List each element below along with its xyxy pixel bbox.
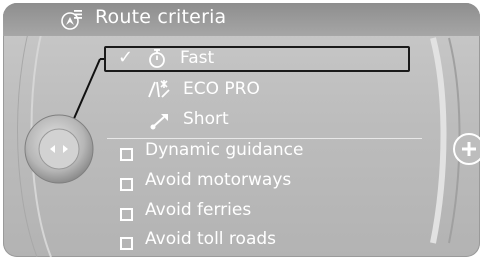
option-dynamic-guidance[interactable]: Dynamic guidance <box>145 140 303 160</box>
route-option-eco-pro[interactable]: ECO PRO <box>183 79 260 99</box>
stopwatch-icon <box>149 49 165 68</box>
route-option-short[interactable]: Short <box>183 109 229 129</box>
controller-knob-icon[interactable] <box>23 113 95 185</box>
option-avoid-toll-roads[interactable]: Avoid toll roads <box>145 229 276 249</box>
divider <box>107 138 422 139</box>
checkbox-avoid-toll-roads[interactable] <box>120 237 133 250</box>
plus-icon[interactable] <box>450 130 480 168</box>
selected-checkmark: ✓ <box>118 47 134 68</box>
checkbox-avoid-motorways[interactable] <box>120 178 133 191</box>
route-criteria-screen: Route criteria ✓ Fast ECO PRO Short Dyna… <box>3 3 480 257</box>
eco-route-icon[interactable] <box>147 79 173 99</box>
checkbox-dynamic-guidance[interactable] <box>120 148 133 161</box>
short-route-icon[interactable] <box>150 112 170 130</box>
option-avoid-ferries[interactable]: Avoid ferries <box>145 200 251 220</box>
option-avoid-motorways[interactable]: Avoid motorways <box>145 170 291 190</box>
checkbox-avoid-ferries[interactable] <box>120 208 133 221</box>
route-option-label: Fast <box>180 48 215 68</box>
